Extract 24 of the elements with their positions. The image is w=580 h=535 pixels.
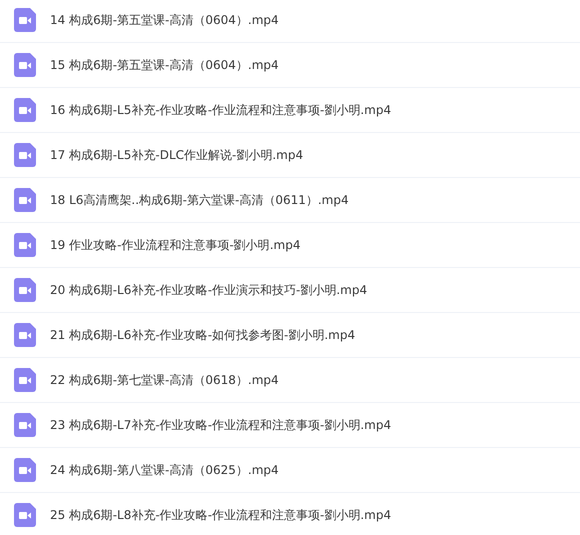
file-name[interactable]: 19 作业攻略-作业流程和注意事项-劉小明.mp4 [50, 236, 300, 254]
video-file-icon [14, 458, 36, 482]
file-name[interactable]: 21 构成6期-L6补充-作业攻略-如何找参考图-劉小明.mp4 [50, 326, 356, 344]
video-file-icon [14, 143, 36, 167]
video-file-icon [14, 503, 36, 527]
file-name[interactable]: 14 构成6期-第五堂课-高清（0604）.mp4 [50, 12, 279, 28]
file-name[interactable]: 16 构成6期-L5补充-作业攻略-作业流程和注意事项-劉小明.mp4 [50, 102, 392, 118]
video-file-icon [14, 323, 36, 347]
video-file-icon [14, 233, 36, 257]
video-file-icon [14, 8, 36, 32]
video-file-icon [14, 53, 36, 77]
file-name[interactable]: 25 构成6期-L8补充-作业攻略-作业流程和注意事项-劉小明.mp4 [50, 506, 392, 524]
file-name[interactable]: 18 L6高清鹰架..构成6期-第六堂课-高清（0611）.mp4 [50, 192, 349, 208]
file-name[interactable]: 17 构成6期-L5补充-DLC作业解说-劉小明.mp4 [50, 146, 304, 164]
video-file-icon [14, 188, 36, 212]
video-file-icon [14, 98, 36, 122]
video-file-icon [14, 413, 36, 437]
file-name[interactable]: 20 构成6期-L6补充-作业攻略-作业演示和技巧-劉小明.mp4 [50, 282, 368, 298]
file-name[interactable]: 23 构成6期-L7补充-作业攻略-作业流程和注意事项-劉小明.mp4 [50, 416, 392, 434]
file-name[interactable]: 15 构成6期-第五堂课-高清（0604）.mp4 [50, 56, 279, 74]
video-file-icon [14, 278, 36, 302]
file-name[interactable]: 24 构成6期-第八堂课-高清（0625）.mp4 [50, 462, 279, 478]
video-file-icon [14, 368, 36, 392]
file-name[interactable]: 22 构成6期-第七堂课-高清（0618）.mp4 [50, 372, 279, 388]
